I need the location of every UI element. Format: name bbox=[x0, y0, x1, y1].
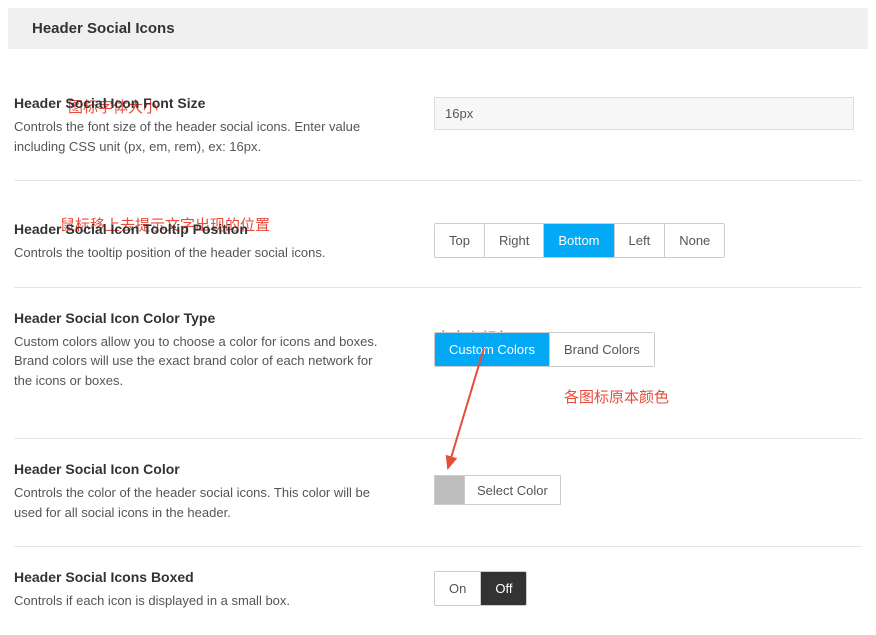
setting-row-boxed: Header Social Icons Boxed Controls if ea… bbox=[14, 547, 862, 635]
tooltip-opt-left[interactable]: Left bbox=[615, 224, 666, 257]
tooltip-opt-bottom[interactable]: Bottom bbox=[544, 224, 614, 257]
setting-desc-icon-color: Controls the color of the header social … bbox=[14, 483, 394, 522]
setting-title-color-type: Header Social Icon Color Type bbox=[14, 310, 394, 326]
color-type-custom[interactable]: Custom Colors bbox=[435, 333, 550, 366]
setting-title-tooltip: Header Social Icon Tooltip Position bbox=[14, 221, 394, 237]
tooltip-button-group: Top Right Bottom Left None bbox=[434, 223, 725, 258]
section-title: Header Social Icons bbox=[32, 20, 844, 37]
color-select-label: Select Color bbox=[465, 483, 560, 498]
tooltip-opt-top[interactable]: Top bbox=[435, 224, 485, 257]
color-type-brand[interactable]: Brand Colors bbox=[550, 333, 654, 366]
color-type-button-group: Custom Colors Brand Colors bbox=[434, 332, 655, 367]
setting-row-icon-color: Header Social Icon Color Controls the co… bbox=[14, 439, 862, 547]
setting-row-font-size: Header Social Icon Font Size Controls th… bbox=[14, 49, 862, 181]
section-header: Header Social Icons bbox=[8, 8, 868, 49]
tooltip-opt-none[interactable]: None bbox=[665, 224, 724, 257]
tooltip-opt-right[interactable]: Right bbox=[485, 224, 544, 257]
boxed-opt-on[interactable]: On bbox=[435, 572, 481, 605]
color-swatch[interactable] bbox=[435, 476, 465, 504]
setting-desc-boxed: Controls if each icon is displayed in a … bbox=[14, 591, 394, 611]
setting-desc-font-size: Controls the font size of the header soc… bbox=[14, 117, 394, 156]
boxed-button-group: On Off bbox=[434, 571, 527, 606]
boxed-opt-off[interactable]: Off bbox=[481, 572, 526, 605]
setting-row-tooltip: Header Social Icon Tooltip Position Cont… bbox=[14, 181, 862, 288]
setting-row-color-type: Header Social Icon Color Type Custom col… bbox=[14, 288, 862, 440]
setting-title-boxed: Header Social Icons Boxed bbox=[14, 569, 394, 585]
color-picker[interactable]: Select Color bbox=[434, 475, 561, 505]
setting-title-font-size: Header Social Icon Font Size bbox=[14, 95, 394, 111]
setting-title-icon-color: Header Social Icon Color bbox=[14, 461, 394, 477]
setting-desc-color-type: Custom colors allow you to choose a colo… bbox=[14, 332, 394, 391]
font-size-input[interactable] bbox=[434, 97, 854, 130]
setting-desc-tooltip: Controls the tooltip position of the hea… bbox=[14, 243, 394, 263]
